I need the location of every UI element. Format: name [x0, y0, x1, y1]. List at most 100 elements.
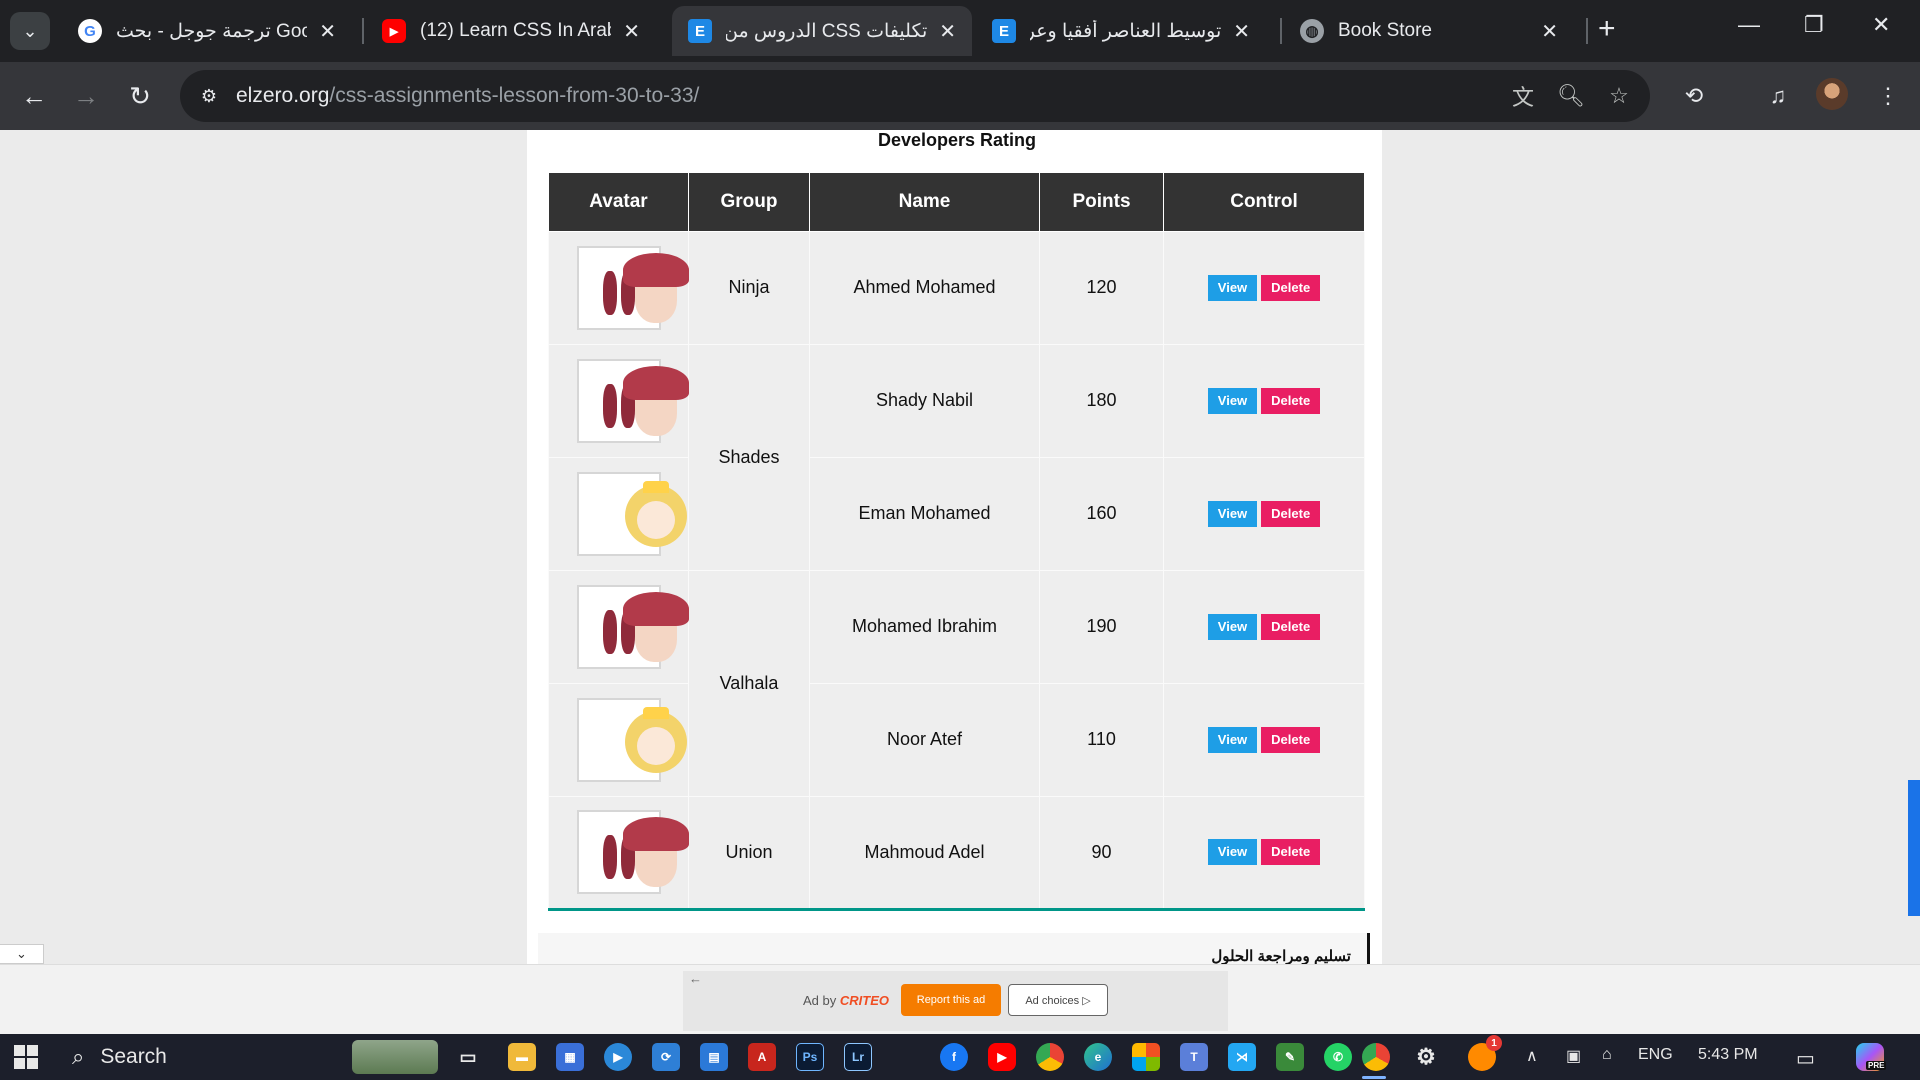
notifications-icon[interactable]: ▭	[1796, 1046, 1815, 1071]
ad-choices-button[interactable]: Ad choices ▷	[1008, 984, 1108, 1016]
media-player-icon[interactable]: ▶	[604, 1043, 632, 1071]
close-icon[interactable]: ✕	[623, 19, 640, 44]
ad-back-icon[interactable]: ←	[689, 971, 702, 986]
tab-title: توسيط العناصر أفقيا وعرضيا	[1030, 20, 1222, 42]
avatar-cell	[548, 795, 689, 911]
close-icon[interactable]: ✕	[1541, 19, 1558, 44]
tab-book-store[interactable]: ◍ Book Store ✕	[1284, 6, 1574, 56]
report-ad-button[interactable]: Report this ad	[901, 984, 1001, 1016]
vscode-icon[interactable]: ⋊	[1228, 1043, 1256, 1071]
acrobat-icon[interactable]: A	[748, 1043, 776, 1071]
file-explorer-icon[interactable]: ▬	[508, 1043, 536, 1071]
delete-button[interactable]: Delete	[1261, 500, 1321, 527]
column-header: Group	[688, 173, 810, 232]
windows-start-icon[interactable]	[14, 1045, 38, 1069]
app-icon[interactable]: ✎	[1276, 1043, 1304, 1071]
site-info-icon[interactable]: ⚙	[194, 81, 224, 111]
media-control-icon[interactable]: ♫	[1760, 78, 1796, 114]
notification-badge: 1	[1486, 1035, 1502, 1051]
edge-icon[interactable]: e	[1084, 1043, 1112, 1071]
meet-icon[interactable]: ▣	[1566, 1046, 1581, 1066]
table-row: Valhala Mohamed Ibrahim 190 View Delete	[548, 569, 1365, 797]
chevron-down-icon: ⌄	[22, 20, 38, 41]
app-icon[interactable]: 1	[1468, 1035, 1502, 1071]
profile-avatar[interactable]	[1816, 78, 1848, 110]
lightroom-icon[interactable]: Lr	[844, 1043, 872, 1071]
window-close-icon[interactable]: ✕	[1872, 12, 1890, 38]
tab-title: Book Store	[1338, 20, 1432, 41]
chrome-active-icon[interactable]	[1362, 1043, 1390, 1071]
tab-separator	[362, 18, 364, 44]
back-arrow-icon[interactable]: ←	[14, 76, 54, 116]
chevron-down-icon[interactable]: ⌄	[0, 944, 44, 964]
princess-anime-avatar	[576, 471, 687, 556]
delete-button[interactable]: Delete	[1261, 613, 1321, 640]
settings-gear-icon[interactable]: ⚙	[1412, 1043, 1440, 1071]
delete-button[interactable]: Delete	[1261, 839, 1321, 865]
restore-icon[interactable]: ❐	[1804, 12, 1824, 38]
app-icon[interactable]: T	[1180, 1043, 1208, 1071]
ad-container: ← Ad by CRITEO Report this ad Ad choices…	[683, 971, 1228, 1031]
whatsapp-icon[interactable]: ✆	[1324, 1043, 1352, 1071]
translate-icon[interactable]: 文	[1508, 81, 1538, 111]
language-indicator[interactable]: ENG	[1638, 1046, 1673, 1064]
app-icon[interactable]: ▤	[700, 1043, 728, 1071]
pre-badge: PRE	[1866, 1061, 1887, 1070]
view-button[interactable]: View	[1207, 274, 1258, 301]
microsoft-store-icon[interactable]: ▦	[556, 1043, 584, 1071]
kebab-menu-icon[interactable]: ⋮	[1870, 78, 1906, 114]
view-button[interactable]: View	[1207, 726, 1258, 753]
search-icon: ⌕	[72, 1044, 85, 1069]
forward-arrow-icon[interactable]: →	[66, 76, 106, 116]
url-path: /css-assignments-lesson-from-30-to-33/	[329, 84, 700, 107]
network-icon[interactable]: ⌂	[1602, 1046, 1612, 1064]
active-app-indicator	[1362, 1076, 1386, 1079]
delete-button[interactable]: Delete	[1261, 726, 1321, 753]
photoshop-icon[interactable]: Ps	[796, 1043, 824, 1071]
delete-button[interactable]: Delete	[1261, 274, 1321, 301]
ad-by-prefix: Ad by	[803, 993, 837, 1008]
minimize-icon[interactable]: —	[1738, 12, 1760, 38]
microsoft-icon[interactable]	[1132, 1043, 1160, 1071]
name-cell: Mahmoud Adel	[809, 795, 1040, 911]
tab-google[interactable]: G ترجمة جوجل - بحث Google ✕	[62, 6, 352, 56]
new-tab-plus-icon[interactable]: +	[1598, 14, 1616, 44]
scrollbar-thumb[interactable]	[1908, 780, 1920, 916]
chevron-up-icon[interactable]: ∧	[1526, 1046, 1538, 1066]
delete-button[interactable]: Delete	[1261, 387, 1321, 414]
tab-centering[interactable]: E توسيط العناصر أفقيا وعرضيا ✕	[976, 6, 1266, 56]
app-icon[interactable]: ⟳	[652, 1043, 680, 1071]
table-row: Ninja Ahmed Mohamed 120 View Delete	[548, 230, 1365, 345]
tab-youtube[interactable]: ▶ (12) Learn CSS In Arabic 2021 ✕	[366, 6, 656, 56]
url-text[interactable]: elzero.org/css-assignments-lesson-from-3…	[236, 84, 699, 108]
reload-icon[interactable]: ↻	[120, 76, 160, 116]
control-cell: View Delete	[1163, 343, 1365, 458]
youtube-icon[interactable]: ▶	[988, 1043, 1016, 1071]
view-button[interactable]: View	[1207, 839, 1258, 865]
ad-banner: ← Ad by CRITEO Report this ad Ad choices…	[0, 964, 1920, 1034]
close-icon[interactable]: ✕	[1233, 19, 1250, 44]
facebook-icon[interactable]: f	[940, 1043, 968, 1071]
control-cell: View Delete	[1163, 795, 1365, 911]
view-button[interactable]: View	[1207, 500, 1258, 527]
copilot-icon[interactable]: PRE	[1856, 1043, 1887, 1071]
tab-css-assignments[interactable]: E تكليفات CSS الدروس من 30 ✕	[672, 6, 972, 56]
clock[interactable]: 5:43 PM	[1698, 1046, 1758, 1064]
tab-search-button[interactable]: ⌄	[10, 12, 50, 50]
chrome-icon[interactable]	[1036, 1043, 1064, 1071]
name-cell: Mohamed Ibrahim	[809, 569, 1040, 684]
elzero-icon: E	[688, 19, 712, 43]
assignments-submission-box[interactable]: تسليم ومراجعة الحلول	[538, 933, 1370, 964]
developers-rating-table: Avatar Group Name Points Control Ninja A…	[548, 173, 1365, 911]
address-bar[interactable]: ⚙ elzero.org/css-assignments-lesson-from…	[180, 70, 1650, 122]
view-button[interactable]: View	[1207, 613, 1258, 640]
bookmark-star-icon[interactable]: ☆	[1604, 81, 1634, 111]
view-button[interactable]: View	[1207, 387, 1258, 414]
history-icon[interactable]: ⟲	[1676, 78, 1712, 114]
close-icon[interactable]: ✕	[939, 19, 956, 44]
task-view-icon[interactable]: ▭	[454, 1043, 482, 1071]
assignments-label: تسليم ومراجعة الحلول	[1211, 948, 1351, 964]
zoom-icon[interactable]: 🔍︎	[1556, 81, 1586, 111]
close-icon[interactable]: ✕	[319, 19, 336, 44]
avatar-cell	[548, 456, 689, 571]
